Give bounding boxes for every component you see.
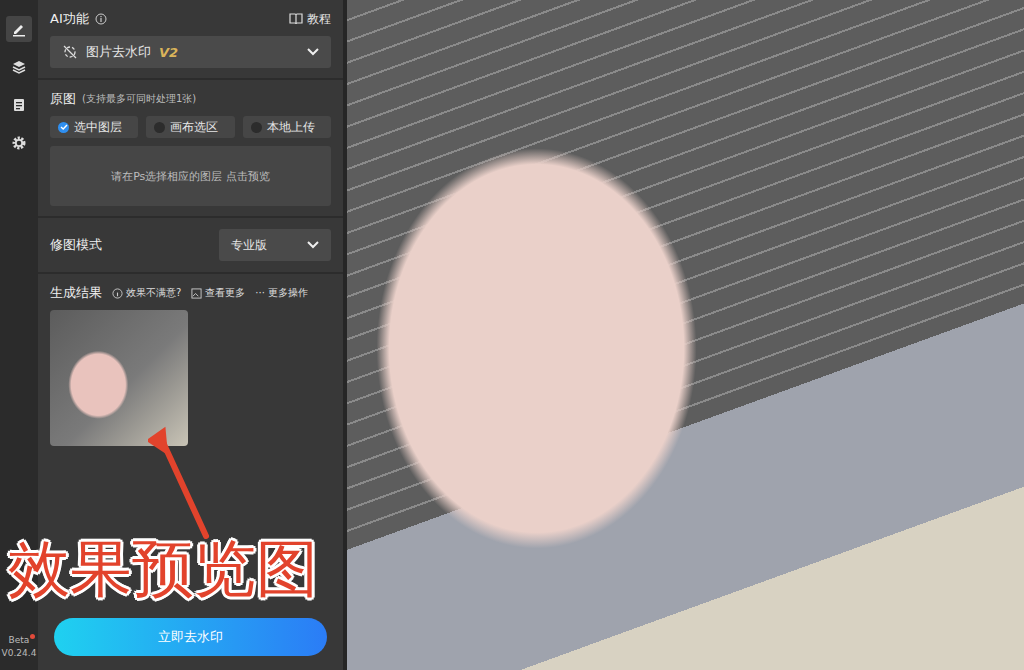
chevron-down-icon — [307, 241, 319, 249]
feature-dropdown[interactable]: 图片去水印V2 — [50, 36, 331, 68]
annotation-label: 效果预览图 — [8, 538, 318, 600]
more-actions-link[interactable]: ··· 更多操作 — [255, 286, 308, 300]
source-radio[interactable]: 画布选区 — [146, 116, 234, 138]
rail-doc-button[interactable] — [6, 92, 32, 118]
document-icon — [11, 97, 27, 113]
remove-watermark-button[interactable]: 立即去水印 — [54, 618, 327, 656]
rail-pen-button[interactable] — [6, 16, 32, 42]
result-thumbnail[interactable] — [50, 310, 188, 446]
check-icon — [60, 123, 68, 131]
gallery-icon — [191, 288, 202, 299]
gear-icon — [11, 135, 27, 151]
chevron-down-icon — [307, 48, 319, 56]
info-icon — [112, 288, 123, 299]
layer-preview-box[interactable]: 请在Ps选择相应的图层 点击预览 — [50, 146, 331, 206]
source-radio[interactable]: 本地上传 — [243, 116, 331, 138]
version-label: V0.24.4 — [2, 648, 37, 658]
view-more-link[interactable]: 查看更多 — [191, 286, 245, 300]
info-icon[interactable] — [95, 13, 107, 25]
feedback-link[interactable]: 效果不满意? — [112, 286, 181, 300]
layers-icon — [11, 59, 27, 75]
annotation-arrow-icon — [148, 424, 228, 544]
beta-badge: Beta — [9, 635, 30, 645]
tutorial-link[interactable]: 教程 — [289, 11, 331, 28]
rail-gear-button[interactable] — [6, 130, 32, 156]
version-info: Beta V0.24.4 — [2, 635, 37, 670]
panel-title: AI功能 — [50, 10, 89, 28]
pen-icon — [11, 21, 27, 37]
mode-dropdown[interactable]: 专业版 — [219, 229, 331, 261]
rail-layers-button[interactable] — [6, 54, 32, 80]
source-radio[interactable]: 选中图层 — [50, 116, 138, 138]
no-watermark-icon — [62, 44, 78, 60]
book-icon — [289, 13, 303, 25]
plugin-window: BetaV0.24.4AI功能教程图片去水印V2原图(支持最多可同时处理1张)选… — [0, 0, 1024, 670]
preview-photo — [347, 0, 1024, 670]
